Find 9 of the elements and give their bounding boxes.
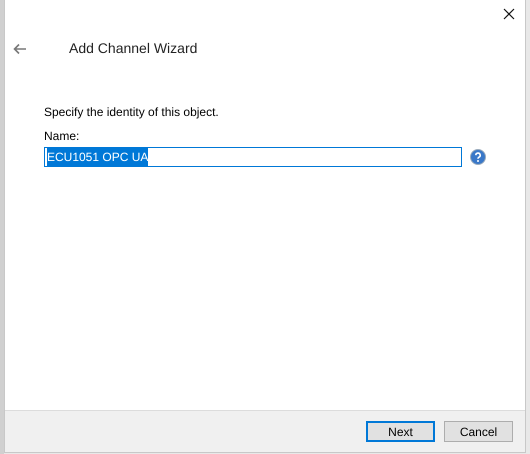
dialog-button[interactable]: Cancel (444, 421, 513, 442)
close-icon[interactable] (503, 8, 515, 20)
name-field[interactable]: ECU1051 OPC UA (44, 147, 462, 167)
dialog-button[interactable]: Next (366, 421, 435, 442)
field-label: Name: (44, 128, 80, 145)
window-title: Add Channel Wizard (69, 39, 198, 58)
instruction-text: Specify the identity of this object. (44, 104, 220, 121)
back-arrow-icon[interactable] (13, 42, 27, 54)
help-icon[interactable] (470, 149, 486, 165)
